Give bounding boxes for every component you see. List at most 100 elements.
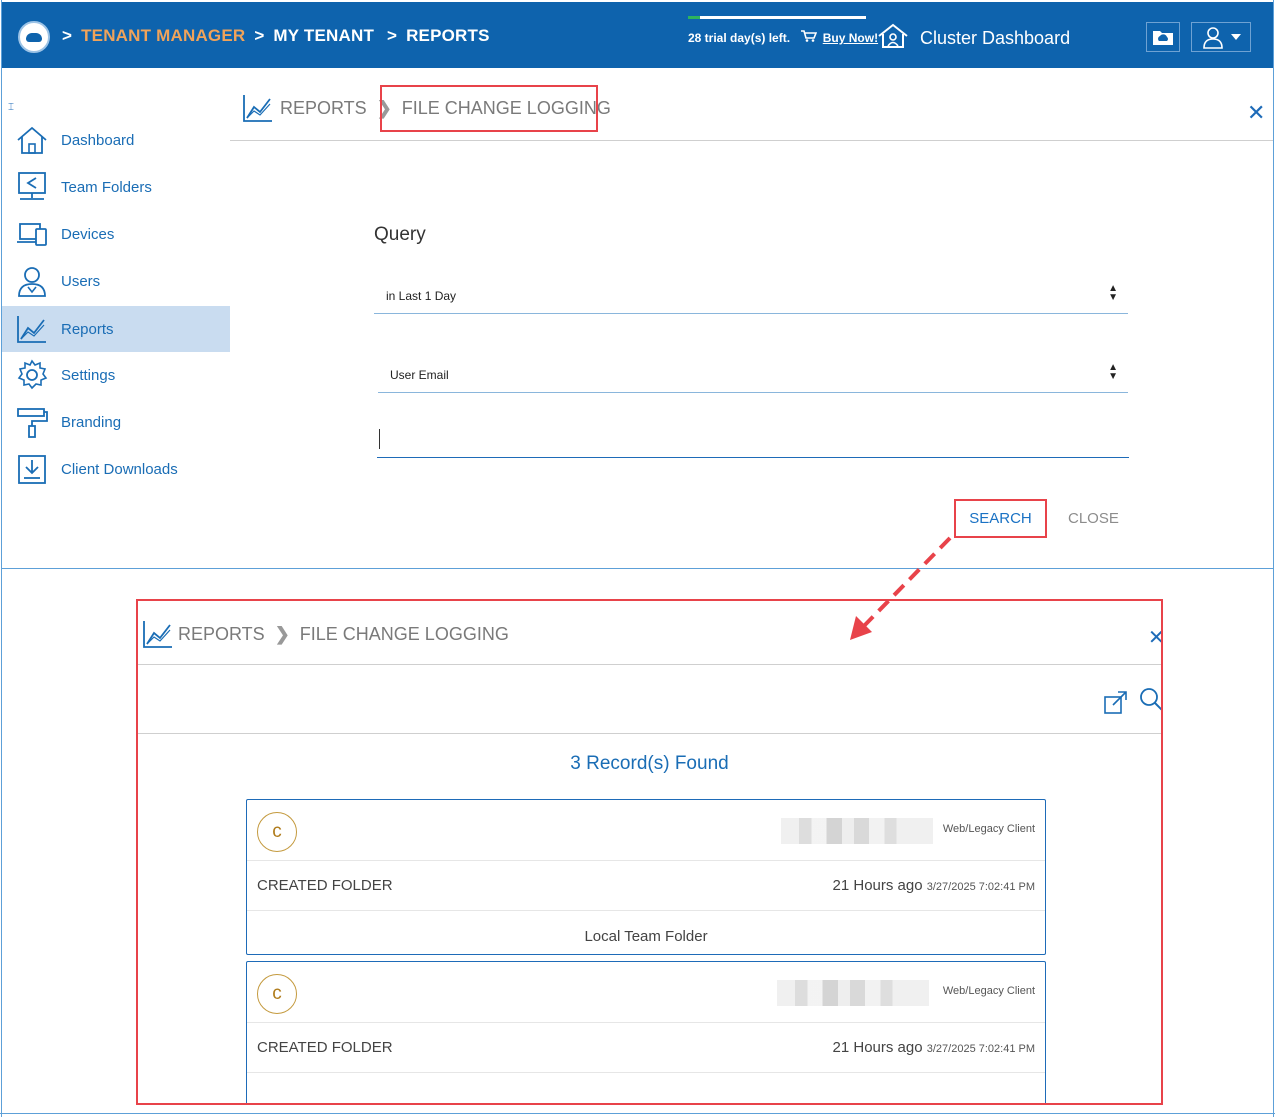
devices-icon: [14, 217, 50, 251]
gear-icon: [14, 358, 50, 392]
sidebar-item-devices[interactable]: Devices: [2, 211, 230, 257]
result-panel: REPORTS ❯ FILE CHANGE LOGGING ✕ 3 Record…: [136, 599, 1163, 1105]
highlight-box: [380, 85, 598, 132]
timestamp: 3/27/2025 7:02:41 PM: [926, 1043, 1035, 1055]
record-header: c Web/Legacy Client: [247, 800, 1045, 861]
sidebar-collapse-icon[interactable]: ⌶: [8, 102, 14, 113]
sidebar-item-label: Dashboard: [61, 131, 135, 149]
app-logo-icon[interactable]: [18, 21, 50, 53]
client-type: Web/Legacy Client: [942, 985, 1035, 997]
search-input[interactable]: [377, 420, 1129, 458]
cloud-folder-button[interactable]: [1146, 22, 1180, 52]
sidebar-item-branding[interactable]: Branding: [2, 399, 230, 445]
sidebar-item-label: Branding: [61, 413, 122, 431]
sidebar-item-settings[interactable]: Settings: [2, 352, 230, 398]
paint-roller-icon: [14, 405, 50, 439]
sidebar-item-label: Settings: [61, 366, 116, 384]
sidebar-item-label: Reports: [61, 320, 114, 338]
trial-progress-bar: [688, 16, 866, 19]
reports-icon: [142, 619, 174, 649]
redacted-user: [777, 980, 929, 1006]
download-icon: [14, 452, 50, 486]
divider: [138, 733, 1161, 734]
top-bar: > TENANT MANAGER > MY TENANT > REPORTS 2…: [2, 2, 1273, 68]
trial-progress-fill: [688, 16, 701, 19]
record-time: 21 Hours ago 3/27/2025 7:02:41 PM: [833, 1039, 1035, 1056]
reports-icon: [14, 312, 50, 346]
divider: [230, 140, 1273, 141]
user-icon: [1203, 27, 1223, 49]
record-card[interactable]: c Web/Legacy Client CREATED FOLDER 21 Ho…: [246, 961, 1046, 1103]
sidebar-item-reports[interactable]: Reports: [2, 306, 230, 352]
breadcrumb-separator: >: [62, 26, 73, 45]
record-header: c Web/Legacy Client: [247, 962, 1045, 1023]
window-frame-bottom: [0, 1113, 1275, 1114]
timestamp: 3/27/2025 7:02:41 PM: [926, 881, 1035, 893]
cluster-house-icon: [876, 22, 910, 55]
redacted-user: [781, 818, 933, 844]
result-breadcrumb: REPORTS ❯ FILE CHANGE LOGGING: [142, 619, 509, 649]
sidebar-item-label: Client Downloads: [61, 460, 178, 478]
field-select[interactable]: User Email ▲ ▼: [378, 355, 1128, 393]
sidebar-item-label: Users: [61, 272, 101, 290]
record-action-row: CREATED FOLDER 21 Hours ago 3/27/2025 7:…: [247, 861, 1045, 911]
home-icon: [14, 123, 50, 157]
sidebar-item-team-folders[interactable]: Team Folders: [2, 164, 230, 210]
sidebar-item-label: Team Folders: [61, 178, 152, 196]
breadcrumb-tenant-manager[interactable]: TENANT MANAGER: [81, 26, 245, 45]
breadcrumb-my-tenant[interactable]: MY TENANT: [273, 26, 374, 45]
user-menu-button[interactable]: [1191, 22, 1251, 52]
export-icon[interactable]: [1103, 689, 1129, 720]
buy-now-link[interactable]: Buy Now!: [823, 31, 878, 45]
close-icon[interactable]: ✕: [1247, 102, 1265, 124]
sort-arrows-icon: ▲ ▼: [1108, 362, 1118, 382]
client-type: Web/Legacy Client: [942, 823, 1035, 835]
record-action-row: CREATED FOLDER 21 Hours ago 3/27/2025 7:…: [247, 1023, 1045, 1073]
trial-info: 28 trial day(s) left. Buy Now!: [688, 16, 878, 45]
section-divider: [2, 568, 1273, 569]
breadcrumb-separator: >: [386, 26, 398, 45]
sidebar-item-client-downloads[interactable]: Client Downloads: [2, 446, 230, 492]
sort-arrows-icon: ▲ ▼: [1108, 283, 1118, 303]
search-button[interactable]: SEARCH: [954, 499, 1047, 538]
search-icon[interactable]: [1139, 687, 1161, 718]
record-card[interactable]: c Web/Legacy Client CREATED FOLDER 21 Ho…: [246, 799, 1046, 955]
avatar: c: [257, 974, 297, 1014]
close-button[interactable]: CLOSE: [1068, 510, 1119, 527]
period-select[interactable]: in Last 1 Day ▲ ▼: [374, 276, 1128, 314]
team-folder-icon: [14, 170, 50, 204]
cart-icon[interactable]: [801, 30, 820, 45]
reports-icon: [242, 93, 274, 123]
trial-days-text: 28 trial day(s) left.: [688, 31, 791, 45]
sidebar: ⌶ Dashboard Team Folders Devices Users R…: [2, 68, 230, 568]
record-folder: Local Team Folder: [584, 928, 708, 945]
breadcrumb: > TENANT MANAGER > MY TENANT > REPORTS: [62, 26, 494, 46]
sidebar-item-dashboard[interactable]: Dashboard: [2, 117, 230, 163]
period-select-value: in Last 1 Day: [386, 289, 457, 303]
cloud-folder-icon: [1153, 31, 1173, 45]
close-icon[interactable]: ✕: [1148, 628, 1161, 648]
cluster-dashboard-label: Cluster Dashboard: [920, 27, 1071, 48]
chevron-down-icon: [1231, 34, 1241, 40]
record-action: CREATED FOLDER: [257, 877, 393, 894]
record-action: CREATED FOLDER: [257, 1039, 393, 1056]
breadcrumb-reports-link[interactable]: REPORTS: [178, 624, 265, 645]
query-title: Query: [374, 224, 426, 245]
records-found-count: 3 Record(s) Found: [570, 753, 729, 774]
divider: [138, 664, 1161, 665]
cluster-dashboard-link[interactable]: Cluster Dashboard: [876, 22, 1071, 55]
record-time: 21 Hours ago 3/27/2025 7:02:41 PM: [833, 877, 1035, 894]
time-ago: 21 Hours ago: [832, 877, 923, 894]
chevron-right-icon: ❯: [274, 623, 290, 644]
breadcrumb-file-change-logging: FILE CHANGE LOGGING: [299, 623, 509, 644]
avatar: c: [257, 812, 297, 852]
breadcrumb-reports-link[interactable]: REPORTS: [280, 98, 367, 119]
time-ago: 21 Hours ago: [832, 1039, 923, 1056]
record-folder: [247, 1073, 1045, 1090]
sidebar-item-users[interactable]: Users: [2, 258, 230, 304]
breadcrumb-reports: REPORTS: [406, 26, 490, 45]
breadcrumb-separator: >: [254, 26, 265, 45]
text-caret: [379, 429, 380, 449]
field-select-value: User Email: [390, 368, 449, 382]
sidebar-item-label: Devices: [61, 225, 115, 243]
